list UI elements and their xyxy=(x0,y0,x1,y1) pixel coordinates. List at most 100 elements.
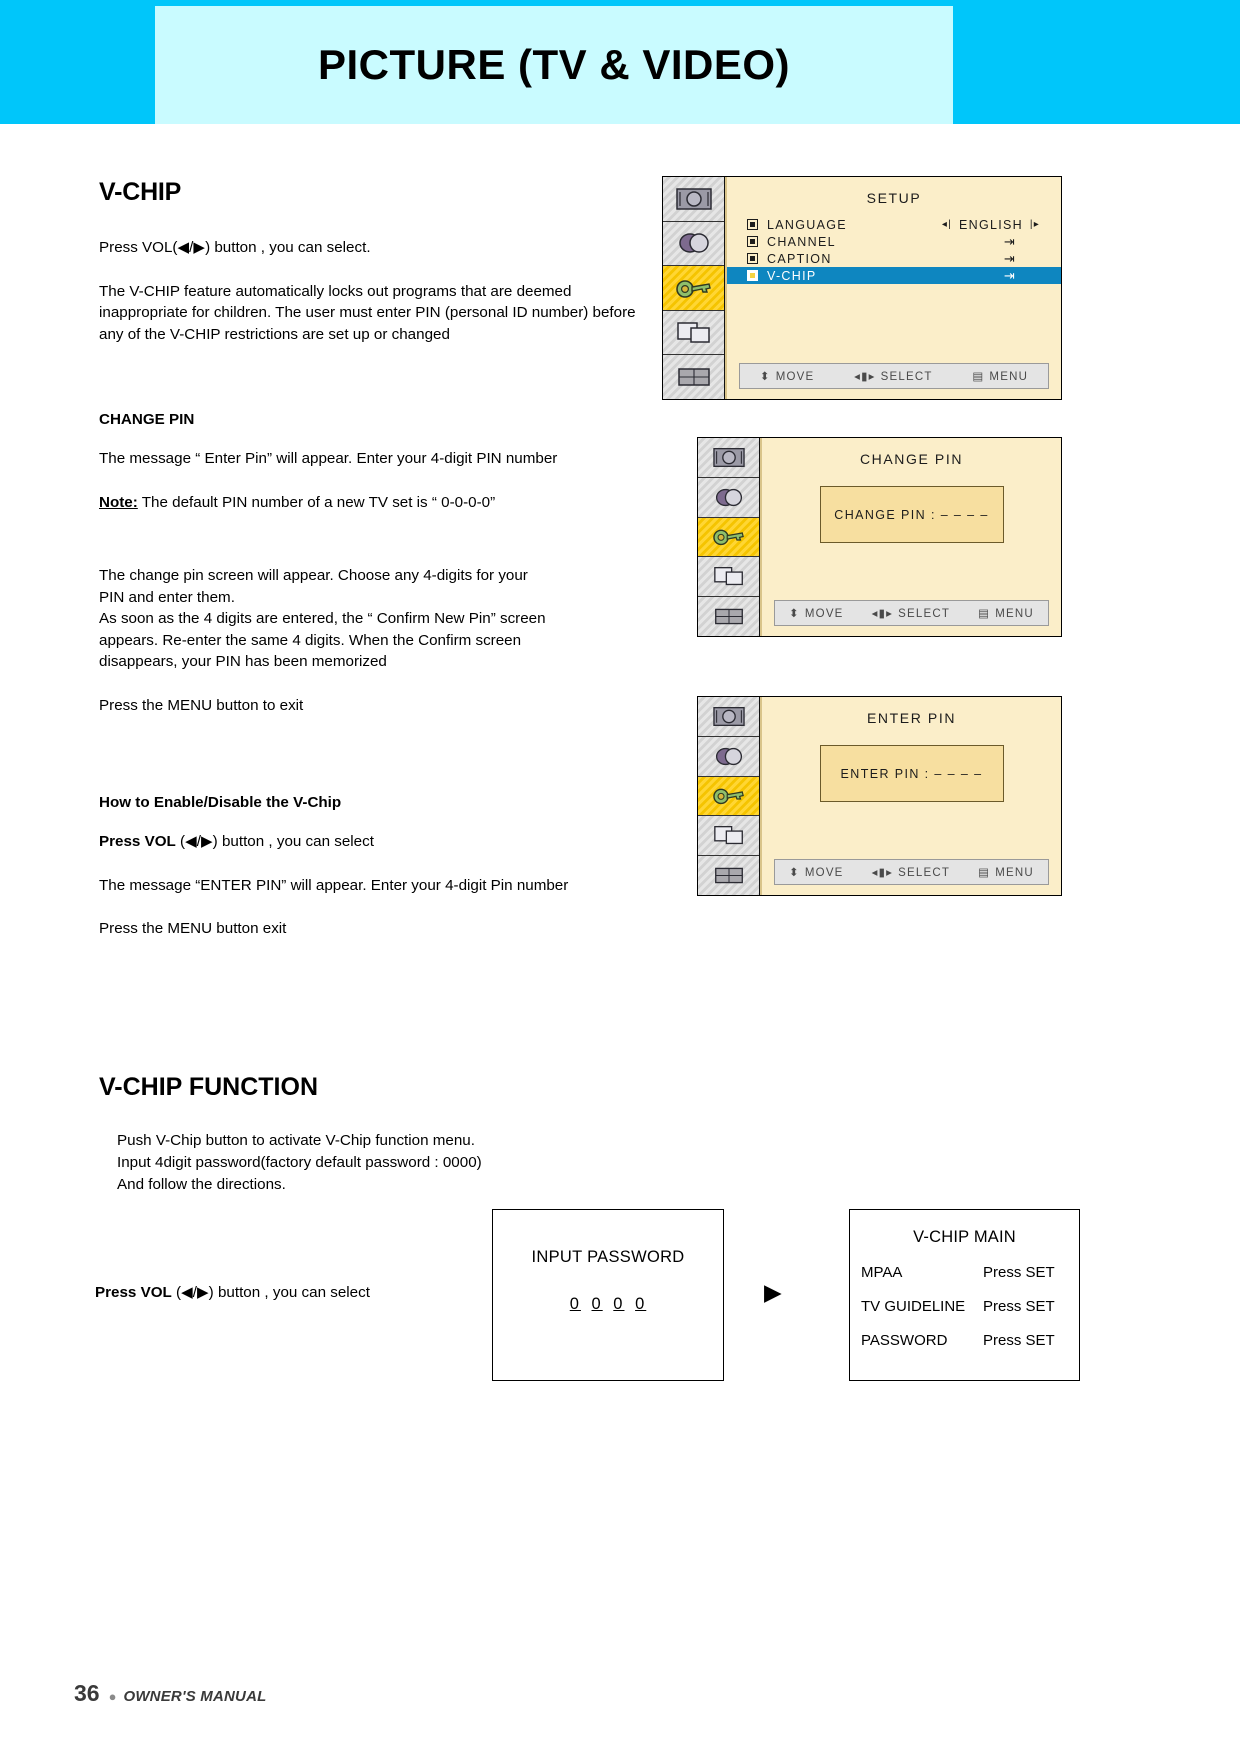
vchip-main-row-mpaa-key: MPAA xyxy=(861,1264,903,1281)
lock-key-icon xyxy=(663,266,724,311)
press-vol-function-bold: Press VOL xyxy=(95,1284,172,1301)
change-pin-detail-line-5: disappears, your PIN has been memorized xyxy=(99,653,387,670)
hint-menu: ▤ MENU xyxy=(978,608,1034,620)
enter-submenu-icon[interactable]: ⇥ xyxy=(997,269,1023,282)
hint-select: ◂▮▸ SELECT xyxy=(854,371,933,383)
row-bullet-icon xyxy=(747,253,758,264)
press-vol-instruction: Press VOL(◀/▶) button , you can select. xyxy=(99,239,371,256)
osd-row-language[interactable]: LANGUAGE ◂| ENGLISH |▸ xyxy=(747,216,1047,233)
osd-row-vchip[interactable]: V-CHIP ⇥ xyxy=(727,267,1061,284)
lock-key-icon xyxy=(698,517,759,558)
osd-icon-sidebar xyxy=(698,697,760,895)
move-updown-icon: ⬍ xyxy=(789,608,800,620)
vchip-main-title: V-CHIP MAIN xyxy=(913,1228,1016,1246)
page-title: PICTURE (TV & VIDEO) xyxy=(317,41,791,88)
section-heading-vchip: V-CHIP xyxy=(99,178,182,206)
vchip-main-row-tv-guideline[interactable]: TV GUIDELINE Press SET xyxy=(850,1298,1079,1315)
osd-title-change-pin: CHANGE PIN xyxy=(859,451,964,467)
select-leftright-icon: ◂▮▸ xyxy=(854,371,876,383)
sound-icon xyxy=(663,221,724,267)
enter-pin-entry-field[interactable]: ENTER PIN : – – – – xyxy=(819,745,1004,802)
select-leftright-icon: ◂▮▸ xyxy=(871,608,894,620)
osd-screenshot-setup: SETUP LANGUAGE ◂| ENGLISH |▸ CHANNEL ⇥ C… xyxy=(662,176,1062,400)
press-vol-bold: Press VOL xyxy=(99,833,176,850)
osd-row-language-value: ENGLISH xyxy=(959,217,1023,232)
select-leftright-icon: ◂▮▸ xyxy=(871,867,894,879)
hint-move: ⬍ MOVE xyxy=(789,608,844,620)
osd-title-enter-pin: ENTER PIN xyxy=(866,710,957,726)
password-digit-2[interactable]: 0 xyxy=(592,1295,603,1313)
osd-hint-bar-enter-pin: ⬍ MOVE ◂▮▸ SELECT ▤ MENU xyxy=(774,859,1049,885)
osd-row-caption-label: CAPTION xyxy=(767,251,832,266)
hint-menu: ▤ MENU xyxy=(978,867,1034,879)
vchip-main-row-password[interactable]: PASSWORD Press SET xyxy=(850,1332,1079,1349)
function-icon xyxy=(663,355,724,399)
password-digit-3[interactable]: 0 xyxy=(613,1295,624,1313)
press-vol-function-rest: (◀/▶) button , you can select xyxy=(171,1284,370,1301)
press-menu-exit-2: Press the MENU button exit xyxy=(99,920,287,937)
enter-submenu-icon[interactable]: ⇥ xyxy=(997,235,1023,248)
osd-row-channel[interactable]: CHANNEL ⇥ xyxy=(747,233,1047,250)
press-menu-exit-1: Press the MENU button to exit xyxy=(99,696,304,714)
row-bullet-icon xyxy=(747,219,758,230)
screen-icon xyxy=(698,816,759,857)
change-pin-detail-line-3: As soon as the 4 digits are entered, the… xyxy=(99,610,546,627)
osd-hint-bar-setup: ⬍ MOVE ◂▮▸ SELECT ▤ MENU xyxy=(739,363,1049,389)
page-footer: 36 ● OWNER'S MANUAL xyxy=(74,1680,266,1707)
change-pin-detail-line-2: PIN and enter them. xyxy=(99,588,235,606)
vchip-function-line-3: And follow the directions. xyxy=(117,1176,286,1193)
change-pin-detail: The change pin screen will appear. Choos… xyxy=(99,565,644,673)
input-password-digits[interactable]: 0 0 0 0 xyxy=(493,1295,723,1314)
section-heading-vchip-function: V-CHIP FUNCTION xyxy=(99,1073,318,1101)
osd-row-vchip-label: V-CHIP xyxy=(767,268,817,283)
vchip-main-row-tv-guideline-value: Press SET xyxy=(983,1298,1055,1315)
screen-icon xyxy=(663,310,724,356)
osd-panel-change-pin: CHANGE PIN CHANGE PIN : – – – – ⬍ MOVE ◂▮… xyxy=(760,438,1061,636)
osd-screenshot-enter-pin: ENTER PIN ENTER PIN : – – – – ⬍ MOVE ◂▮▸ S… xyxy=(697,696,1062,896)
enter-submenu-icon[interactable]: ⇥ xyxy=(997,252,1023,265)
vchip-function-instructions: Push V-Chip button to activate V-Chip fu… xyxy=(117,1130,482,1196)
press-vol-enable-instruction: Press VOL (◀/▶) button , you can select xyxy=(99,831,644,853)
password-digit-1[interactable]: 0 xyxy=(570,1295,581,1313)
hint-select: ◂▮▸ SELECT xyxy=(871,608,951,620)
sound-icon xyxy=(698,477,759,518)
vchip-main-row-mpaa[interactable]: MPAA Press SET xyxy=(850,1264,1079,1281)
input-password-screen: INPUT PASSWORD 0 0 0 0 xyxy=(492,1209,724,1381)
input-password-title: INPUT PASSWORD xyxy=(531,1248,685,1266)
change-pin-entry-field[interactable]: CHANGE PIN : – – – – xyxy=(819,486,1004,543)
sound-icon xyxy=(698,736,759,777)
subheading-change-pin: CHANGE PIN xyxy=(99,411,195,428)
vchip-main-row-password-key: PASSWORD xyxy=(861,1332,948,1349)
osd-hint-bar-change-pin: ⬍ MOVE ◂▮▸ SELECT ▤ MENU xyxy=(774,600,1049,626)
picture-icon xyxy=(698,697,759,737)
enter-pin-message: The message “ENTER PIN” will appear. Ent… xyxy=(99,876,569,894)
flow-arrow-icon: ▶ xyxy=(764,1279,782,1305)
page-number: 36 xyxy=(74,1680,100,1706)
right-arrow-icon[interactable]: |▸ xyxy=(1023,219,1047,230)
note-label: Note: xyxy=(99,493,138,511)
menu-icon: ▤ xyxy=(978,608,991,620)
hint-move: ⬍ MOVE xyxy=(759,371,815,383)
footer-label: OWNER'S MANUAL xyxy=(123,1688,267,1705)
change-pin-note: Note: The default PIN number of a new TV… xyxy=(99,492,644,514)
vchip-function-line-1: Push V-Chip button to activate V-Chip fu… xyxy=(117,1132,475,1149)
picture-icon xyxy=(698,438,759,478)
menu-icon: ▤ xyxy=(978,867,991,879)
change-pin-message: The message “ Enter Pin” will appear. En… xyxy=(99,450,558,467)
vchip-function-line-2: Input 4digit password(factory default pa… xyxy=(117,1154,482,1171)
left-arrow-icon[interactable]: ◂| xyxy=(935,219,959,230)
vchip-intro-paragraph: The V-CHIP feature automatically locks o… xyxy=(99,282,636,343)
osd-row-channel-label: CHANNEL xyxy=(767,234,836,249)
osd-setup-row-list: LANGUAGE ◂| ENGLISH |▸ CHANNEL ⇥ CAPTION… xyxy=(727,216,1061,284)
osd-panel-enter-pin: ENTER PIN ENTER PIN : – – – – ⬍ MOVE ◂▮▸ S… xyxy=(760,697,1061,895)
vchip-main-row-password-value: Press SET xyxy=(983,1332,1055,1349)
change-pin-detail-line-4: appears. Re-enter the same 4 digits. Whe… xyxy=(99,631,522,649)
osd-row-caption[interactable]: CAPTION ⇥ xyxy=(747,250,1047,267)
password-digit-4[interactable]: 0 xyxy=(635,1295,646,1313)
function-icon xyxy=(698,597,759,636)
lock-key-icon xyxy=(698,776,759,817)
function-icon xyxy=(698,856,759,895)
hint-move: ⬍ MOVE xyxy=(789,867,844,879)
change-pin-detail-line-1: The change pin screen will appear. Choos… xyxy=(99,567,528,584)
footer-dot-icon: ● xyxy=(108,1689,117,1704)
